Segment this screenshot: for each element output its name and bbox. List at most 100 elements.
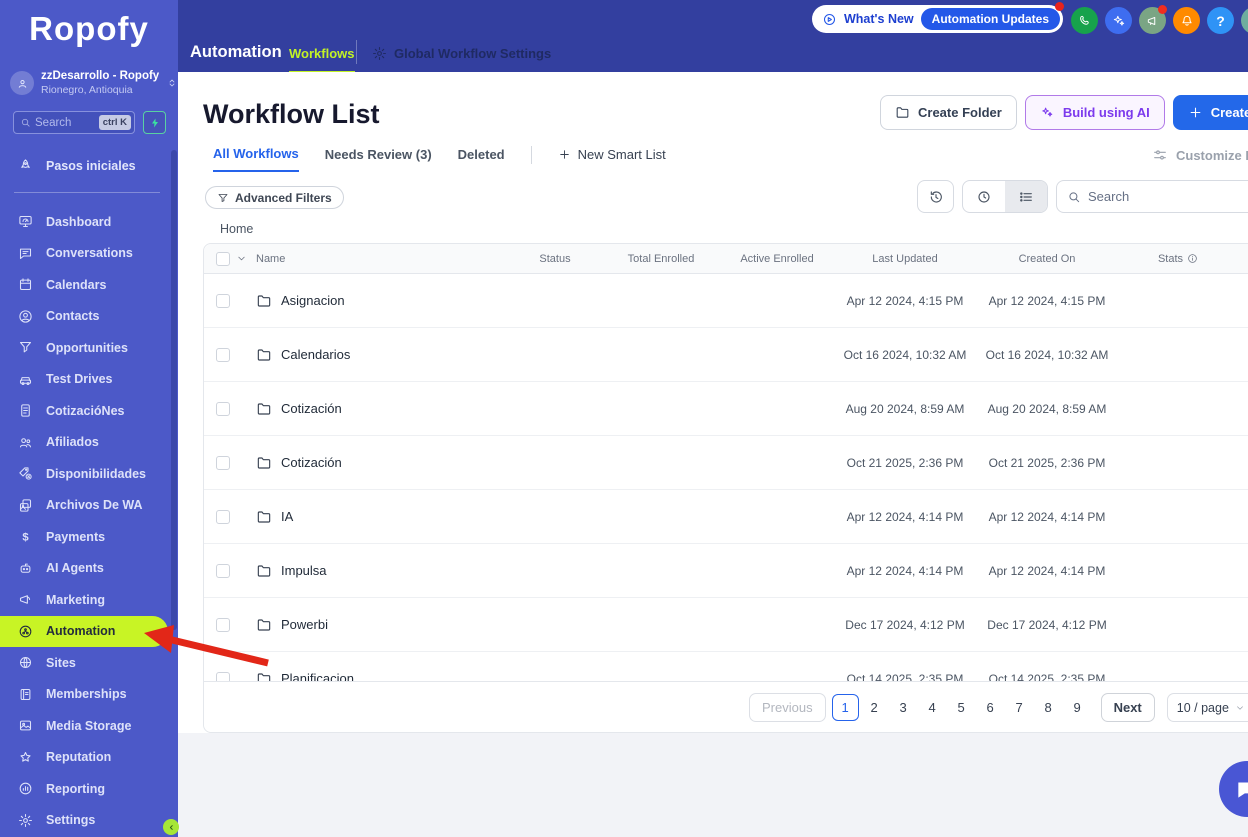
page-button-6[interactable]: 6 (977, 694, 1004, 721)
page-button-3[interactable]: 3 (890, 694, 917, 721)
row-checkbox[interactable] (216, 672, 230, 682)
sidebar-item-opportunities[interactable]: Opportunities (0, 332, 178, 364)
page-button-1[interactable]: 1 (832, 694, 859, 721)
sidebar-item-conversations[interactable]: Conversations (0, 238, 178, 270)
folder-name[interactable]: Calendarios (281, 347, 350, 362)
table-row-cotizaci-n[interactable]: CotizaciónOct 21 2025, 2:36 PMOct 21 202… (204, 436, 1248, 490)
workflow-search[interactable] (1056, 180, 1248, 213)
row-checkbox[interactable] (216, 564, 230, 578)
row-menu-button[interactable] (1244, 347, 1248, 363)
next-page-button[interactable]: Next (1101, 693, 1155, 722)
chevron-down-icon[interactable] (230, 253, 252, 264)
row-menu-button[interactable] (1244, 509, 1248, 525)
row-menu-button[interactable] (1244, 455, 1248, 471)
select-all-checkbox[interactable] (216, 252, 230, 266)
sidebar-item-test-drives[interactable]: Test Drives (0, 364, 178, 396)
sidebar-item-ai-agents[interactable]: AI Agents (0, 553, 178, 585)
tab-all-workflows[interactable]: All Workflows (213, 146, 299, 172)
tab-workflows[interactable]: Workflows (289, 46, 355, 72)
sidebar-item-media-storage[interactable]: Media Storage (0, 710, 178, 742)
row-menu-button[interactable] (1244, 293, 1248, 309)
sidebar-search-input[interactable] (31, 117, 99, 129)
sidebar-item-cotizaci-nes[interactable]: CotizacióNes (0, 395, 178, 427)
workflow-search-input[interactable] (1088, 189, 1248, 204)
folder-name[interactable]: Powerbi (281, 617, 328, 632)
page-button-5[interactable]: 5 (948, 694, 975, 721)
table-row-planificacion[interactable]: PlanificacionOct 14 2025, 2:35 PMOct 14 … (204, 652, 1248, 681)
tab-needs-review[interactable]: Needs Review (3) (325, 147, 432, 171)
table-row-impulsa[interactable]: ImpulsaApr 12 2024, 4:14 PMApr 12 2024, … (204, 544, 1248, 598)
sidebar-item-payments[interactable]: $Payments (0, 521, 178, 553)
folder-name[interactable]: Cotización (281, 401, 342, 416)
sidebar-collapse-button[interactable] (163, 819, 179, 835)
sidebar-item-calendars[interactable]: Calendars (0, 269, 178, 301)
row-checkbox[interactable] (216, 456, 230, 470)
sidebar-item-marketing[interactable]: Marketing (0, 584, 178, 616)
whats-new-pill[interactable]: What's New Automation Updates (812, 5, 1063, 33)
sidebar-item-disponibilidades[interactable]: Disponibilidades (0, 458, 178, 490)
folder-name[interactable]: Asignacion (281, 293, 345, 308)
table-row-cotizaci-n[interactable]: CotizaciónAug 20 2024, 8:59 AMAug 20 202… (204, 382, 1248, 436)
sidebar-item-memberships[interactable]: Memberships (0, 679, 178, 711)
build-using-ai-button[interactable]: Build using AI (1025, 95, 1165, 130)
account-switcher[interactable]: zzDesarrollo - Ropofy Rionegro, Antioqui… (10, 70, 170, 96)
table-row-calendarios[interactable]: CalendariosOct 16 2024, 10:32 AMOct 16 2… (204, 328, 1248, 382)
row-checkbox[interactable] (216, 348, 230, 362)
row-checkbox[interactable] (216, 294, 230, 308)
row-checkbox[interactable] (216, 510, 230, 524)
page-button-7[interactable]: 7 (1006, 694, 1033, 721)
row-checkbox[interactable] (216, 402, 230, 416)
help-button[interactable]: ? (1207, 7, 1234, 34)
page-button-9[interactable]: 9 (1064, 694, 1091, 721)
table-row-ia[interactable]: IAApr 12 2024, 4:14 PMApr 12 2024, 4:14 … (204, 490, 1248, 544)
create-folder-button[interactable]: Create Folder (880, 95, 1017, 130)
phone-button[interactable] (1071, 7, 1098, 34)
page-button-4[interactable]: 4 (919, 694, 946, 721)
page-button-8[interactable]: 8 (1035, 694, 1062, 721)
tab-deleted[interactable]: Deleted (458, 147, 505, 171)
sidebar-item-sites[interactable]: Sites (0, 647, 178, 679)
quick-actions-button[interactable] (143, 111, 166, 134)
history-button[interactable] (917, 180, 954, 213)
user-avatar[interactable]: W (1241, 7, 1248, 34)
sidebar-item-settings[interactable]: Settings (0, 805, 178, 837)
rocket-icon (18, 158, 33, 173)
sidebar-item-reputation[interactable]: Reputation (0, 742, 178, 774)
sidebar-item-pasos-iniciales[interactable]: Pasos iniciales (18, 158, 136, 173)
sidebar-item-afiliados[interactable]: Afiliados (0, 427, 178, 459)
automation-updates-badge[interactable]: Automation Updates (921, 8, 1060, 30)
sidebar-scrollbar[interactable] (171, 150, 177, 630)
page-size-select[interactable]: 10 / page (1167, 693, 1248, 722)
notifications-button[interactable] (1173, 7, 1200, 34)
announcements-button[interactable] (1139, 7, 1166, 34)
folder-name[interactable]: IA (281, 509, 293, 524)
previous-page-button[interactable]: Previous (749, 693, 826, 722)
create-workflow-button[interactable]: Create Workflow (1173, 95, 1248, 130)
table-row-asignacion[interactable]: AsignacionApr 12 2024, 4:15 PMApr 12 202… (204, 274, 1248, 328)
sidebar-item-automation[interactable]: Automation (0, 616, 168, 648)
page-button-2[interactable]: 2 (861, 694, 888, 721)
ai-assistant-button[interactable] (1105, 7, 1132, 34)
tab-global-workflow-settings[interactable]: Global Workflow Settings (372, 46, 551, 61)
new-smart-list-button[interactable]: New Smart List (558, 147, 666, 171)
list-view-button[interactable] (1005, 181, 1047, 212)
sidebar-item-dashboard[interactable]: Dashboard (0, 206, 178, 238)
breadcrumb[interactable]: Home (220, 222, 253, 236)
sidebar-item-contacts[interactable]: Contacts (0, 301, 178, 333)
recent-view-button[interactable] (963, 181, 1005, 212)
row-menu-button[interactable] (1244, 563, 1248, 579)
folder-name[interactable]: Impulsa (281, 563, 327, 578)
folder-name[interactable]: Planificacion (281, 671, 354, 681)
folder-name[interactable]: Cotización (281, 455, 342, 470)
row-menu-button[interactable] (1244, 671, 1248, 682)
calendars-icon (18, 277, 33, 292)
advanced-filters-button[interactable]: Advanced Filters (205, 186, 344, 209)
sidebar-item-archivos-de-wa[interactable]: Archivos De WA (0, 490, 178, 522)
table-row-powerbi[interactable]: PowerbiDec 17 2024, 4:12 PMDec 17 2024, … (204, 598, 1248, 652)
row-menu-button[interactable] (1244, 617, 1248, 633)
customize-list-button[interactable]: Customize List (1152, 147, 1248, 163)
sidebar-item-reporting[interactable]: Reporting (0, 773, 178, 805)
row-menu-button[interactable] (1244, 401, 1248, 417)
row-checkbox[interactable] (216, 618, 230, 632)
sidebar-search[interactable]: ctrl K (13, 111, 135, 134)
